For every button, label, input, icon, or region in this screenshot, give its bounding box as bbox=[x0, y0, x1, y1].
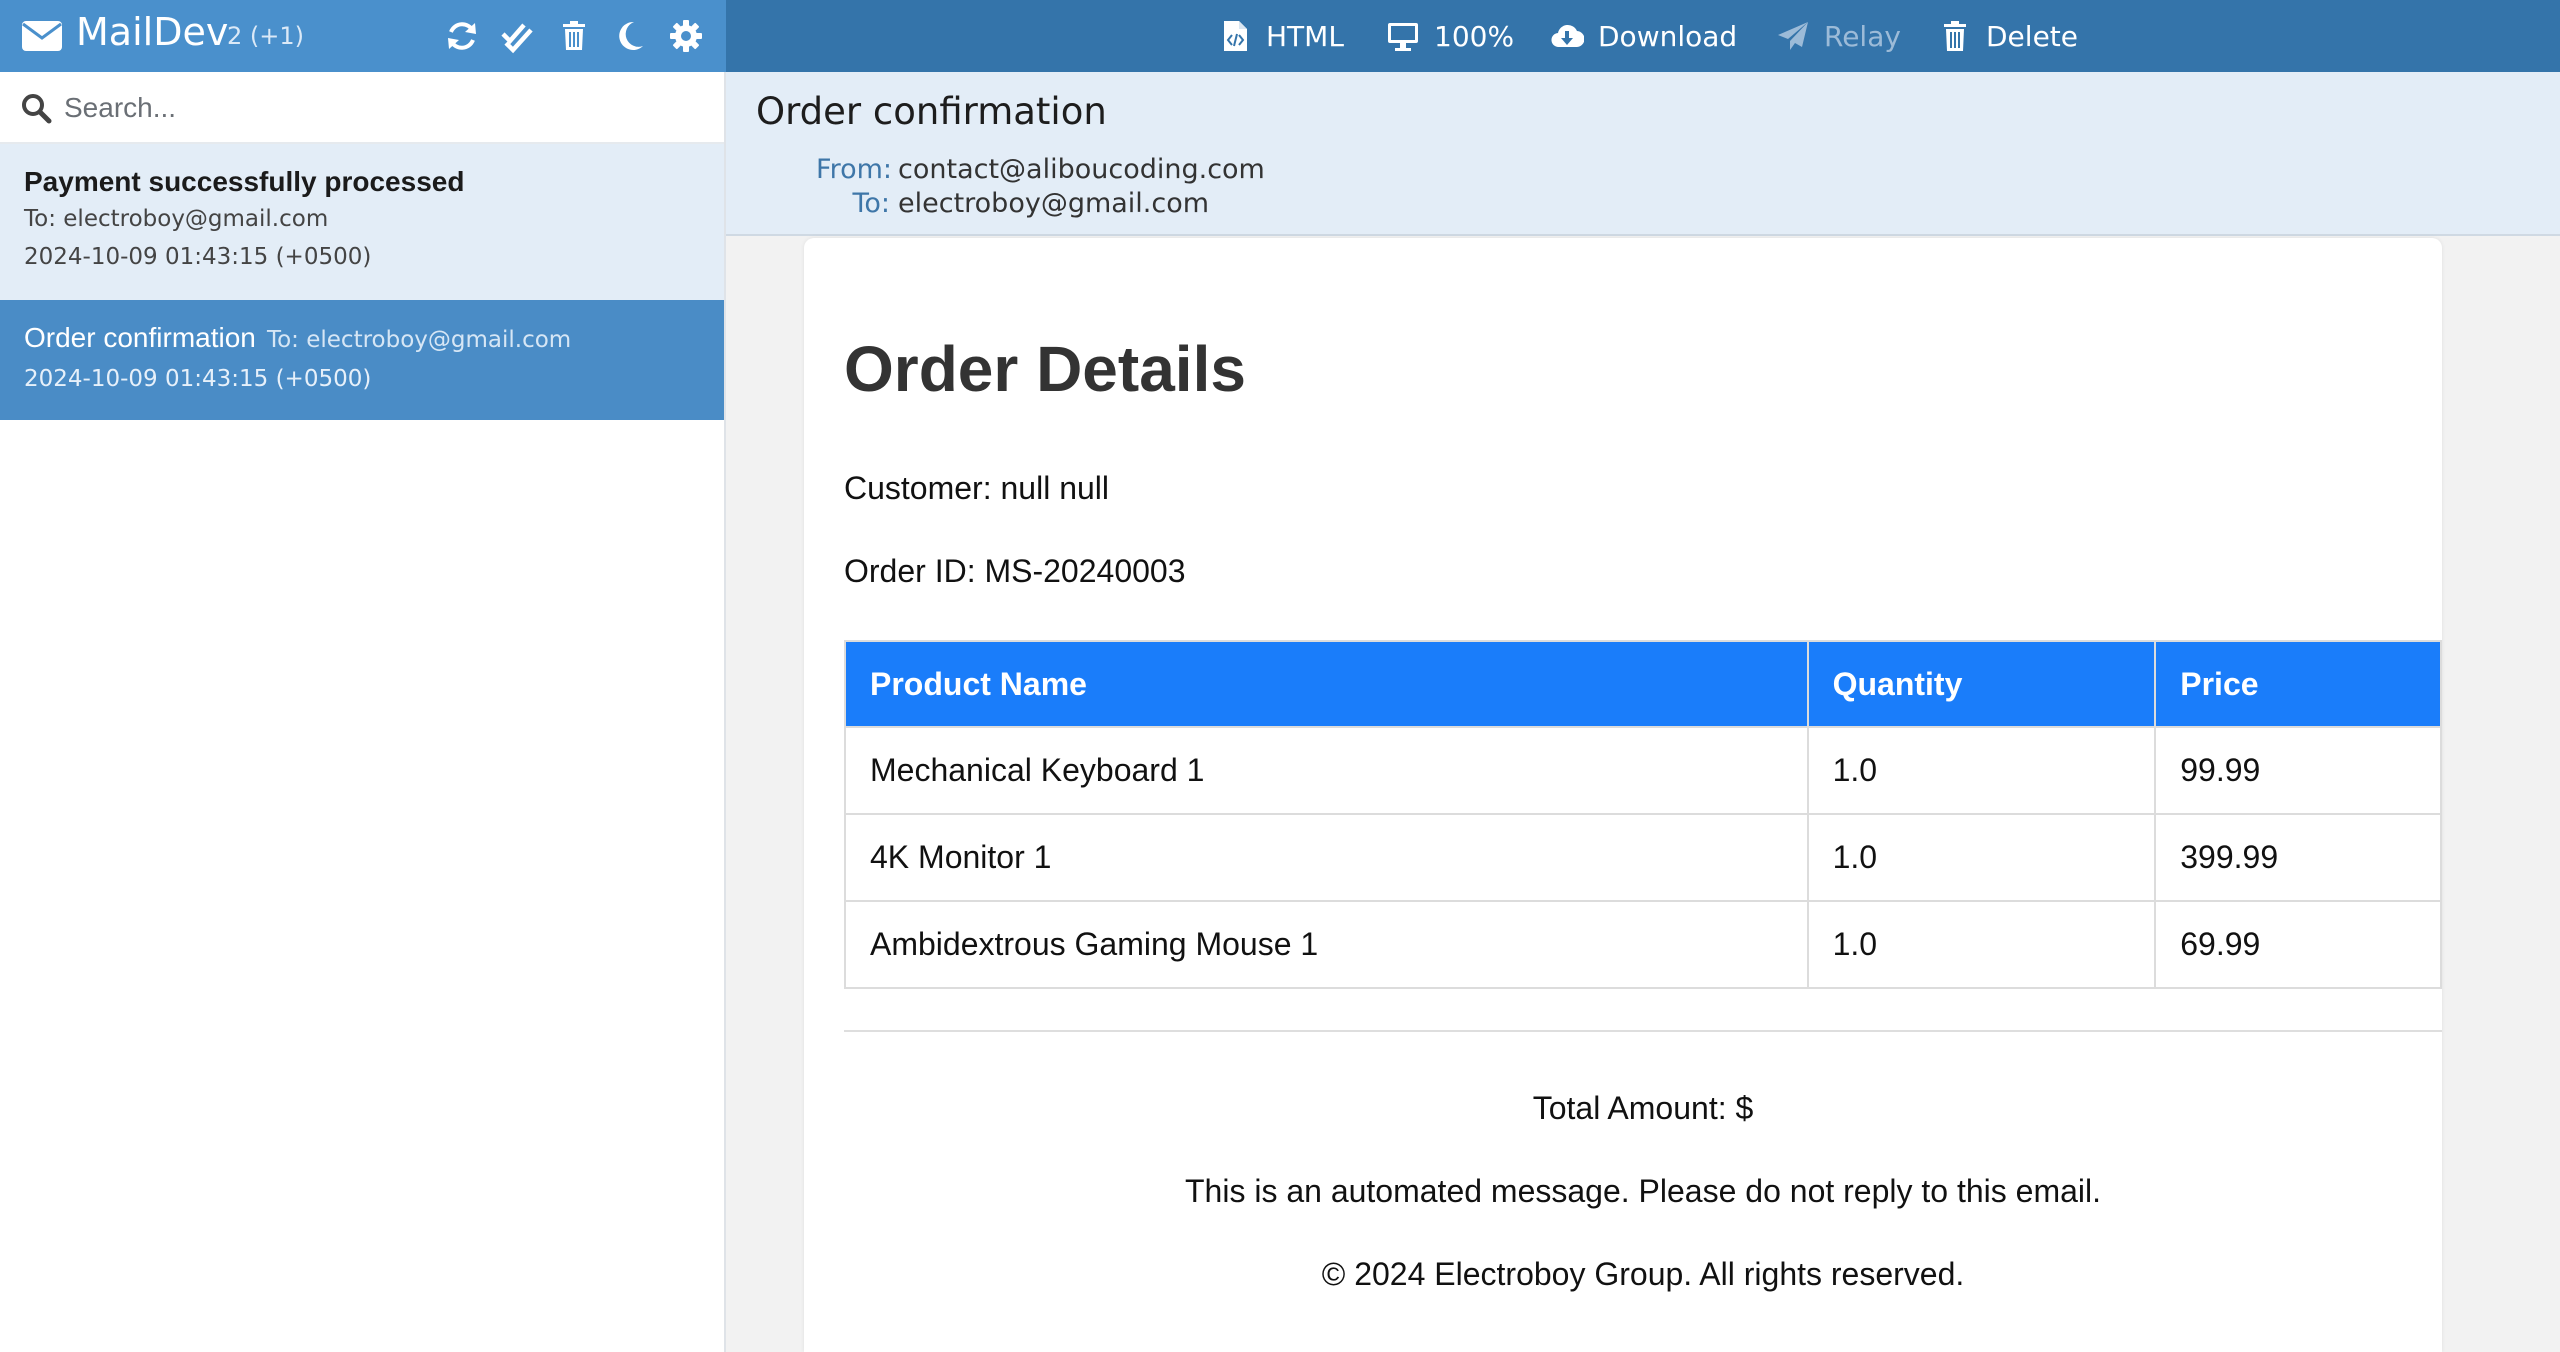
order-id-line: Order ID: MS-20240003 bbox=[844, 553, 1186, 589]
column-header: Product Name bbox=[844, 640, 1809, 728]
zoom-button[interactable]: 100% bbox=[1386, 12, 1514, 60]
email-header: Order confirmation From: contact@alibouco… bbox=[726, 72, 2560, 236]
order-details-heading: Order Details bbox=[844, 333, 1246, 405]
download-label: Download bbox=[1598, 19, 1738, 53]
envelope-icon bbox=[20, 14, 64, 58]
dark-mode-icon[interactable] bbox=[610, 16, 650, 56]
settings-icon[interactable] bbox=[666, 16, 706, 56]
app-title: MailDev bbox=[76, 10, 229, 54]
email-from-row: From: contact@aliboucoding.com bbox=[816, 154, 1265, 185]
table-row: 4K Monitor 1 1.0 399.99 bbox=[844, 813, 2442, 902]
email-toolbar: HTML 100% Download Relay Delete bbox=[726, 0, 2560, 72]
sidebar-header: MailDev 2 (+1) bbox=[0, 0, 726, 72]
product-name-cell: 4K Monitor 1 bbox=[844, 813, 1809, 902]
download-button[interactable]: Download bbox=[1550, 12, 1737, 60]
delete-all-icon[interactable] bbox=[554, 16, 594, 56]
email-view: HTML 100% Download Relay Delete Order co… bbox=[726, 0, 2560, 1352]
email-count: 2 (+1) bbox=[227, 22, 305, 50]
table-row: Ambidextrous Gaming Mouse 1 1.0 69.99 bbox=[844, 900, 2442, 989]
email-date: 2024-10-09 01:43:15 (+0500) bbox=[24, 244, 372, 270]
sidebar: MailDev 2 (+1) Search... Payment success… bbox=[0, 0, 726, 1352]
product-name-cell: Ambidextrous Gaming Mouse 1 bbox=[844, 900, 1809, 989]
to-label: To: bbox=[852, 188, 890, 219]
mark-all-read-icon[interactable] bbox=[498, 16, 538, 56]
email-date: 2024-10-09 01:43:15 (+0500) bbox=[24, 366, 372, 392]
email-subject-title: Order confirmation bbox=[756, 90, 1107, 133]
delete-label: Delete bbox=[1986, 19, 2078, 53]
email-list-item[interactable]: Payment successfully processed To: elect… bbox=[0, 144, 724, 300]
email-to-row: To: electroboy@gmail.com bbox=[816, 188, 1209, 219]
html-button[interactable]: HTML bbox=[1218, 12, 1344, 60]
total-amount: Total Amount: $ bbox=[1532, 1090, 1754, 1126]
html-label: HTML bbox=[1266, 19, 1344, 53]
email-list-item-selected[interactable]: Order confirmation To: electroboy@gmail.… bbox=[0, 300, 724, 420]
customer-line: Customer: null null bbox=[844, 470, 1109, 506]
delete-button[interactable]: Delete bbox=[1938, 12, 2078, 60]
relay-label: Relay bbox=[1824, 19, 1901, 53]
search-bar bbox=[0, 72, 724, 144]
desktop-icon bbox=[1388, 23, 1418, 51]
order-table: Product Name Quantity Price Mechanical K… bbox=[844, 640, 2442, 989]
price-cell: 399.99 bbox=[2154, 813, 2442, 902]
copyright-notice: © 2024 Electroboy Group. All rights rese… bbox=[1321, 1256, 1965, 1292]
email-recipient: To: electroboy@gmail.com bbox=[24, 206, 329, 232]
quantity-cell: 1.0 bbox=[1806, 813, 2157, 902]
paper-plane-icon bbox=[1778, 22, 1808, 50]
search-icon bbox=[20, 92, 52, 124]
relay-button[interactable]: Relay bbox=[1776, 12, 1901, 60]
divider bbox=[844, 1030, 2442, 1032]
table-row: Mechanical Keyboard 1 1.0 99.99 bbox=[844, 726, 2442, 815]
table-header-row: Product Name Quantity Price bbox=[844, 640, 2442, 728]
from-address: contact@aliboucoding.com bbox=[898, 154, 1265, 185]
price-cell: 69.99 bbox=[2154, 900, 2442, 989]
product-name-cell: Mechanical Keyboard 1 bbox=[844, 726, 1809, 815]
automated-notice: This is an automated message. Please do … bbox=[1184, 1173, 2102, 1209]
from-label: From: bbox=[816, 154, 892, 185]
cloud-download-icon bbox=[1551, 24, 1584, 48]
column-header: Price bbox=[2154, 640, 2442, 728]
email-subject: Payment successfully processed bbox=[24, 166, 465, 197]
email-recipient: To: electroboy@gmail.com bbox=[266, 327, 572, 353]
refresh-icon[interactable] bbox=[442, 16, 482, 56]
trash-icon bbox=[1944, 21, 1966, 51]
quantity-cell: 1.0 bbox=[1806, 726, 2157, 815]
quantity-cell: 1.0 bbox=[1806, 900, 2157, 989]
email-subject: Order confirmation bbox=[24, 322, 256, 353]
file-code-icon bbox=[1224, 21, 1247, 51]
email-body: Order Details Customer: null null Order … bbox=[804, 238, 2442, 1352]
price-cell: 99.99 bbox=[2154, 726, 2442, 815]
column-header: Quantity bbox=[1806, 640, 2157, 728]
search-input[interactable] bbox=[64, 84, 704, 132]
to-address: electroboy@gmail.com bbox=[898, 188, 1210, 219]
zoom-label: 100% bbox=[1434, 19, 1515, 53]
